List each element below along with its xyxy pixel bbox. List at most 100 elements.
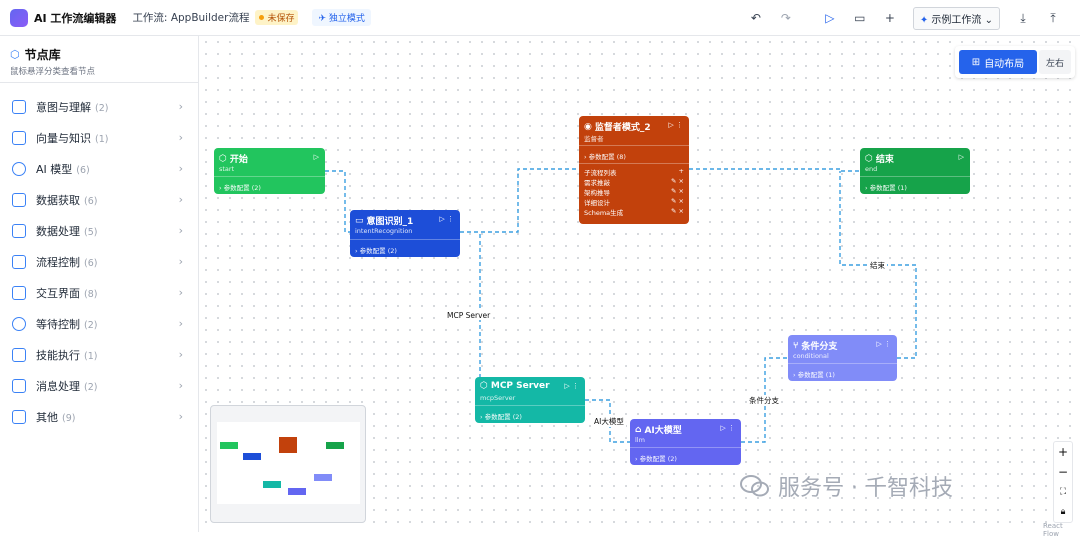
subflow-header: 子流程列表 + bbox=[584, 167, 684, 177]
category-flow-control[interactable]: 流程控制 (6) › bbox=[0, 246, 199, 277]
category-name: 流程控制 bbox=[36, 255, 80, 269]
zoom-controls: + − ⛶ 🔒︎ bbox=[1053, 441, 1073, 523]
category-other[interactable]: 其他 (9) › bbox=[0, 401, 199, 432]
node-supervisor[interactable]: ◉ 监督者模式_2 ▷ ⋮ 监督者 › 参数配置 (8) 子流程列表 + 需求推敲 ✎… bbox=[579, 116, 689, 224]
zoom-in-icon[interactable]: + bbox=[1054, 442, 1072, 462]
direction-toggle[interactable]: 左右 bbox=[1039, 50, 1071, 74]
node-actions-icon[interactable]: ▷ ⋮ bbox=[439, 215, 454, 223]
watermark-text: 服务号 · 千智科技 bbox=[778, 476, 953, 501]
node-actions-icon[interactable]: ▷ ⋮ bbox=[668, 121, 683, 129]
node-actions-icon[interactable]: ▷ ⋮ bbox=[564, 382, 579, 390]
node-params[interactable]: › 参数配置 (2) bbox=[355, 245, 397, 255]
category-label: 技能执行 (1) bbox=[36, 347, 97, 363]
node-llm[interactable]: ⌂ AI大模型 ▷ ⋮ llm › 参数配置 (2) bbox=[630, 419, 741, 465]
sidebar-subtitle: 鼠标悬浮分类查看节点 bbox=[10, 67, 96, 77]
undo-icon[interactable]: ↶ bbox=[741, 11, 771, 25]
minimap-node bbox=[263, 481, 281, 488]
subflow-item[interactable]: 架构推导 ✎ × bbox=[584, 187, 684, 197]
subflow-item[interactable]: Schema生成 ✎ × bbox=[584, 207, 684, 217]
category-data-fetch[interactable]: 数据获取 (6) › bbox=[0, 184, 199, 215]
play-icon[interactable]: ▷ bbox=[959, 153, 964, 161]
mode-badge[interactable]: ✈ 独立模式 bbox=[312, 9, 371, 26]
globe-icon bbox=[12, 161, 26, 176]
subflow-item[interactable]: 详细设计 ✎ × bbox=[584, 197, 684, 207]
example-workflow-dropdown[interactable]: ✦ 示例工作流 ⌄ bbox=[912, 6, 1000, 30]
category-skill[interactable]: 技能执行 (1) › bbox=[0, 339, 199, 370]
sparkle-icon: ✦ bbox=[919, 14, 929, 26]
category-data-process[interactable]: 数据处理 (5) › bbox=[0, 215, 199, 246]
flow-canvas[interactable]: MCP Server 结束 条件分支 AI大模型 ⬡ 开始 ▷ start › 参… bbox=[200, 36, 1080, 538]
subflow-name: 需求推敲 bbox=[584, 179, 610, 187]
category-message[interactable]: 消息处理 (2) › bbox=[0, 370, 199, 401]
react-flow-attribution[interactable]: React Flow bbox=[1043, 522, 1080, 538]
node-title: 开始 bbox=[229, 155, 248, 165]
category-name: 向量与知识 bbox=[36, 131, 91, 145]
category-label: 交互界面 (8) bbox=[36, 285, 97, 301]
upload-icon[interactable]: ⤒ bbox=[1038, 11, 1068, 26]
add-icon[interactable]: + bbox=[679, 167, 684, 177]
node-type: start bbox=[219, 165, 235, 173]
redo-icon[interactable]: ↷ bbox=[771, 11, 801, 25]
node-actions-icon[interactable]: ▷ ⋮ bbox=[876, 340, 891, 348]
sidebar-title: 节点库 bbox=[24, 48, 61, 62]
add-icon[interactable]: + bbox=[875, 11, 905, 25]
node-params[interactable]: › 参数配置 (2) bbox=[635, 453, 677, 463]
lock-icon[interactable]: 🔒︎ bbox=[1054, 502, 1072, 522]
auto-layout-button[interactable]: ⊞ 自动布局 bbox=[959, 50, 1037, 74]
chevron-right-icon: › bbox=[178, 410, 183, 423]
chevron-right-icon: › bbox=[178, 379, 183, 392]
node-header: ⌂ AI大模型 bbox=[635, 423, 682, 437]
node-params[interactable]: › 参数配置 (2) bbox=[480, 411, 522, 421]
category-ai-model[interactable]: AI 模型 (6) › bbox=[0, 153, 199, 184]
category-vector[interactable]: 向量与知识 (1) › bbox=[0, 122, 199, 153]
node-params[interactable]: › 参数配置 (8) bbox=[584, 151, 626, 161]
cube-icon: ⬡ bbox=[10, 48, 20, 61]
minimap[interactable] bbox=[210, 405, 366, 523]
category-name: 技能执行 bbox=[36, 348, 80, 362]
edit-delete-icon[interactable]: ✎ × bbox=[671, 187, 684, 197]
edit-delete-icon[interactable]: ✎ × bbox=[671, 207, 684, 217]
edge-start-intent bbox=[325, 170, 350, 233]
top-toolbar: AI 工作流编辑器 工作流: AppBuilder流程 未保存 ✈ 独立模式 ↶… bbox=[0, 0, 1080, 36]
category-label: 等待控制 (2) bbox=[36, 316, 97, 332]
wechat-icon bbox=[740, 475, 769, 497]
category-count: (5) bbox=[84, 226, 98, 238]
node-type: mcpServer bbox=[480, 394, 516, 402]
param-label: 参数配置 (1) bbox=[869, 184, 907, 192]
category-label: 数据处理 (5) bbox=[36, 223, 97, 239]
zoom-out-icon[interactable]: − bbox=[1054, 462, 1072, 482]
category-label: 其他 (9) bbox=[36, 409, 75, 425]
node-header: ⑂ 条件分支 bbox=[793, 339, 838, 353]
comment-icon[interactable]: ▭ bbox=[845, 11, 875, 25]
download-icon[interactable]: ⤓ bbox=[1008, 11, 1038, 26]
subflow-label: 子流程列表 bbox=[584, 169, 617, 177]
fit-view-icon[interactable]: ⛶ bbox=[1054, 482, 1072, 502]
node-params[interactable]: › 参数配置 (1) bbox=[865, 182, 907, 192]
node-condition[interactable]: ⑂ 条件分支 ▷ ⋮ conditional › 参数配置 (1) bbox=[788, 335, 897, 381]
node-actions-icon[interactable]: ▷ ⋮ bbox=[720, 424, 735, 432]
run-play-icon[interactable]: ▷ bbox=[815, 11, 845, 25]
category-name: 数据获取 bbox=[36, 193, 80, 207]
subflow-name: Schema生成 bbox=[584, 209, 624, 217]
category-wait[interactable]: 等待控制 (2) › bbox=[0, 308, 199, 339]
category-ui[interactable]: 交互界面 (8) › bbox=[0, 277, 199, 308]
category-intent[interactable]: 意图与理解 (2) › bbox=[0, 91, 199, 122]
param-label: 参数配置 (8) bbox=[588, 153, 626, 161]
edit-delete-icon[interactable]: ✎ × bbox=[671, 177, 684, 187]
minimap-node bbox=[220, 442, 238, 449]
edit-delete-icon[interactable]: ✎ × bbox=[671, 197, 684, 207]
node-end[interactable]: ⬡ 结束 ▷ end › 参数配置 (1) bbox=[860, 148, 970, 194]
param-label: 参数配置 (2) bbox=[359, 247, 397, 255]
node-title: 条件分支 bbox=[801, 342, 838, 352]
node-start[interactable]: ⬡ 开始 ▷ start › 参数配置 (2) bbox=[214, 148, 325, 194]
subflow-name: 详细设计 bbox=[584, 199, 610, 207]
subflow-item[interactable]: 需求推敲 ✎ × bbox=[584, 177, 684, 187]
node-params[interactable]: › 参数配置 (1) bbox=[793, 369, 835, 379]
play-icon[interactable]: ▷ bbox=[314, 153, 319, 161]
category-count: (2) bbox=[84, 381, 98, 393]
node-params[interactable]: › 参数配置 (2) bbox=[219, 182, 261, 192]
node-header: ◉ 监督者模式_2 bbox=[584, 120, 651, 134]
category-count: (2) bbox=[95, 102, 109, 114]
node-intent[interactable]: ▭ 意图识别_1 ▷ ⋮ intentRecognition › 参数配置 (2) bbox=[350, 210, 460, 257]
node-mcp-server[interactable]: ⬡ MCP Server ▷ ⋮ mcpServer › 参数配置 (2) bbox=[475, 377, 585, 423]
